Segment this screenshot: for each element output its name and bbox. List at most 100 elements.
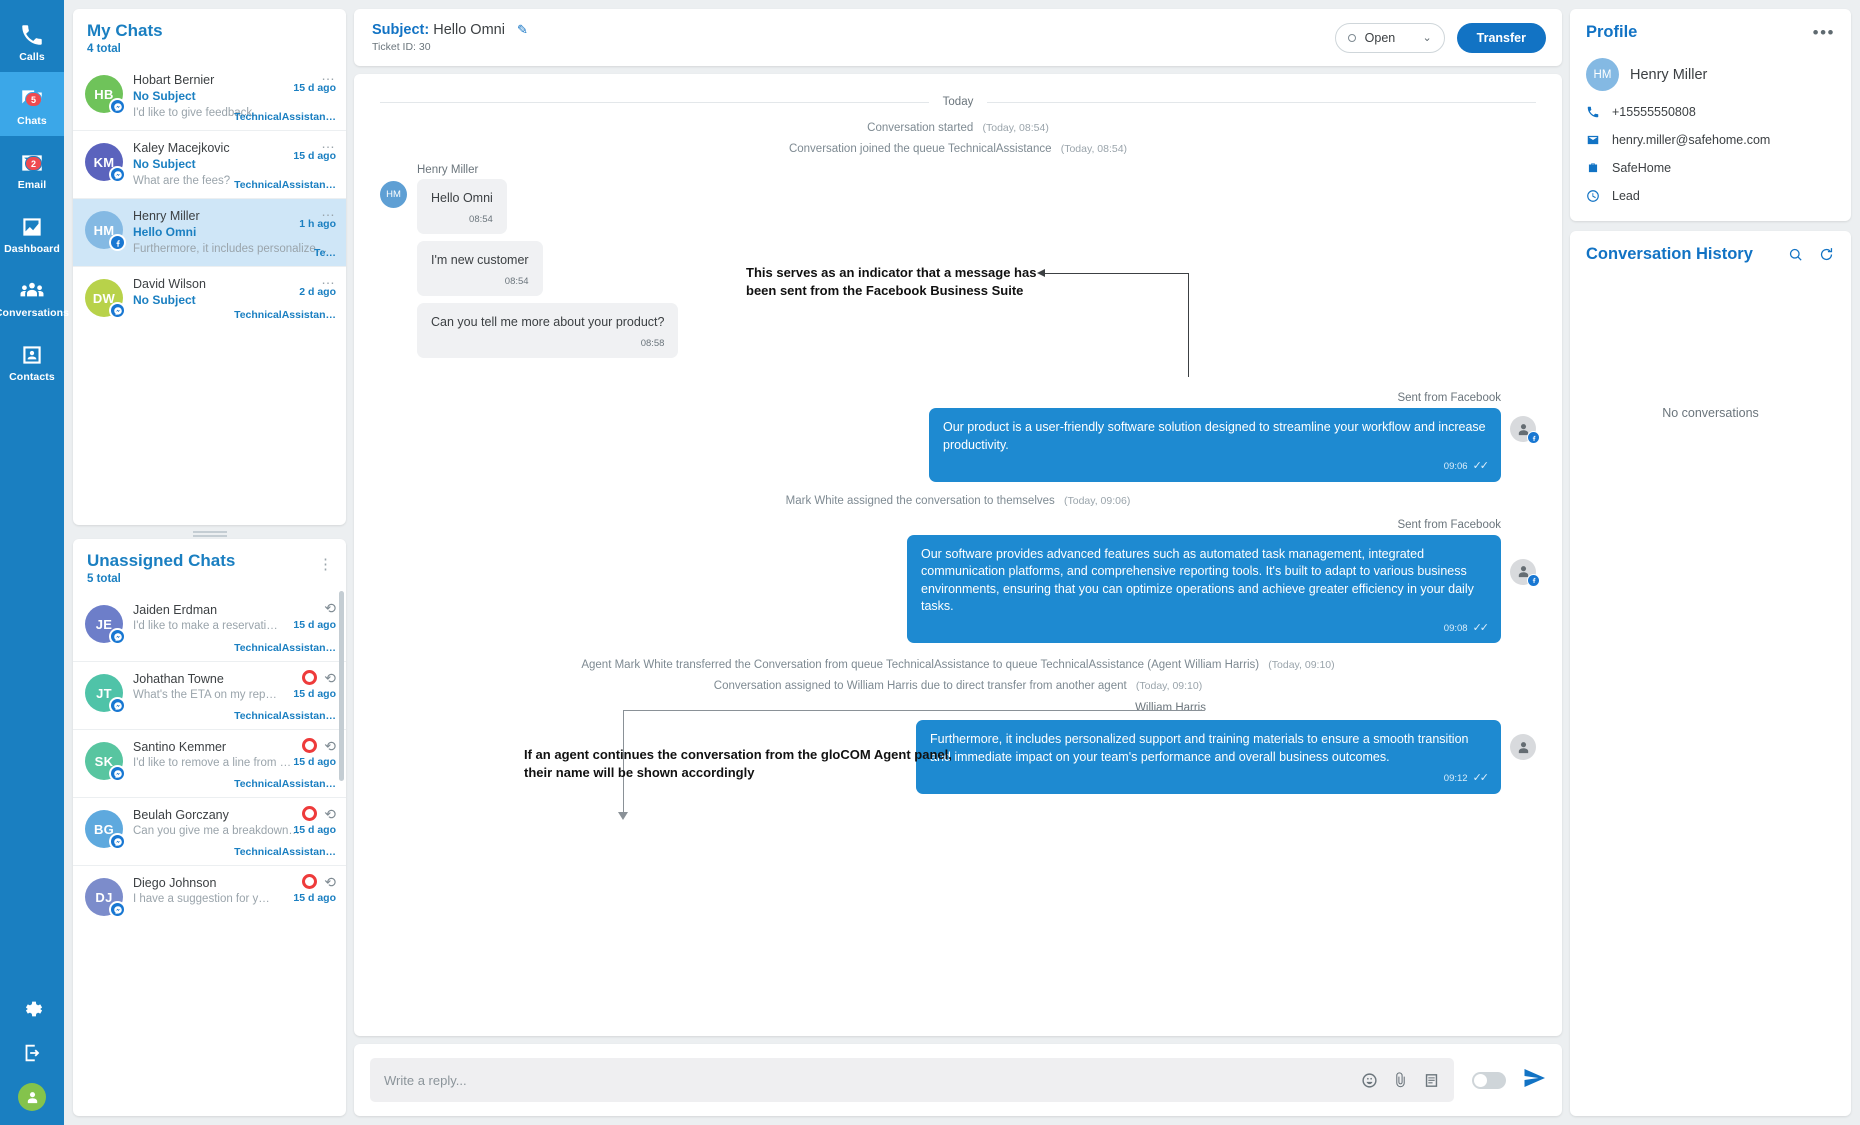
unassigned-list-item[interactable]: DJ Diego Johnson I have a suggestion for… (73, 865, 346, 933)
user-avatar-icon[interactable] (0, 1075, 64, 1119)
messenger-icon (109, 833, 126, 850)
system-message-time: (Today, 08:54) (982, 122, 1049, 134)
transfer-button[interactable]: Transfer (1456, 22, 1546, 53)
sidebar-item-label: Conversations (0, 306, 70, 319)
chat-item-meta: 15 d ago (293, 619, 336, 631)
messenger-icon (109, 697, 126, 714)
status-select[interactable]: Open ⌄ (1334, 22, 1445, 53)
dashboard-icon (19, 214, 45, 240)
panel-splitter[interactable] (73, 525, 346, 539)
read-receipt-icon: ✓✓ (1472, 460, 1490, 472)
unassigned-list-item[interactable]: BG Beulah Gorczany Can you give me a bre… (73, 797, 346, 865)
system-message-text: Conversation started (867, 122, 974, 134)
chat-list-item[interactable]: HB Hobart Bernier No Subject I'd like to… (73, 63, 346, 130)
more-icon[interactable]: … (321, 272, 336, 286)
message-thread[interactable]: Today Conversation started (Today, 08:54… (354, 74, 1562, 1036)
my-chats-panel: My Chats 4 total HB Hobart Bernier No Su… (73, 9, 346, 525)
record-icon[interactable] (302, 874, 318, 889)
gear-icon[interactable] (0, 987, 64, 1031)
conversation-column: Subject: Hello Omni ✎ Ticket ID: 30 Open… (354, 0, 1570, 1125)
history-icon[interactable]: ⟲ (324, 739, 336, 753)
message-time: 08:54 (469, 214, 493, 225)
sidebar-item-conversations[interactable]: Conversations (0, 264, 69, 328)
sidebar-item-contacts[interactable]: Contacts (0, 328, 64, 392)
chat-item-meta: 15 d ago (293, 824, 336, 836)
refresh-icon[interactable] (1818, 246, 1835, 263)
people-icon (19, 278, 45, 304)
more-icon[interactable]: … (321, 204, 336, 218)
message-time: 09:08 ✓✓ (921, 620, 1490, 638)
messenger-icon (109, 765, 126, 782)
unassigned-item-actions: ⟲ (302, 738, 336, 753)
history-icon[interactable]: ⟲ (324, 671, 336, 685)
history-icon[interactable]: ⟲ (324, 601, 336, 615)
system-message: Agent Mark White transferred the Convers… (380, 659, 1536, 671)
reply-input[interactable] (384, 1072, 1361, 1088)
send-button[interactable] (1522, 1066, 1546, 1095)
chat-list-item[interactable]: KM Kaley Macejkovic No Subject What are … (73, 130, 346, 198)
reply-box[interactable] (370, 1058, 1454, 1102)
unassigned-list-item[interactable]: JE Jaiden Erdman I'd like to make a rese… (73, 593, 346, 661)
message-bubble: I'm new customer 08:54 (417, 241, 543, 296)
sidebar-item-email[interactable]: 2 Email (0, 136, 64, 200)
chat-item-meta: … 15 d ago (293, 136, 336, 162)
chat-item-time: 15 d ago (293, 82, 336, 94)
private-note-toggle[interactable] (1472, 1071, 1506, 1089)
sidebar-item-calls[interactable]: Calls (0, 8, 64, 72)
sidebar-item-dashboard[interactable]: Dashboard (0, 200, 64, 264)
chat-item-meta: … 1 h ago (299, 204, 336, 230)
system-message-text: Mark White assigned the conversation to … (785, 494, 1055, 507)
chat-item-time: 15 d ago (293, 619, 336, 631)
message-time: 08:54 (504, 276, 529, 287)
unassigned-list-item[interactable]: SK Santino Kemmer I'd like to remove a l… (73, 729, 346, 797)
scrollbar-thumb[interactable] (339, 591, 344, 781)
message-text: Our software provides advanced features … (921, 546, 1474, 614)
history-icon[interactable]: ⟲ (324, 875, 336, 889)
search-icon[interactable] (1787, 246, 1804, 263)
sidebar-item-chats[interactable]: 5 Chats (0, 72, 64, 136)
message-bubble: Can you tell me more about your product?… (417, 303, 679, 358)
chat-item-name: Johathan Towne (133, 672, 224, 686)
my-chats-title: My Chats (87, 21, 163, 40)
chat-item-queue: TechnicalAssistan… (234, 846, 336, 858)
chat-item-time: 15 d ago (293, 150, 336, 162)
profile-title: Profile (1586, 23, 1638, 41)
chat-list-item[interactable]: DW David Wilson No Subject … 2 d ago Tec… (73, 266, 346, 328)
more-icon[interactable]: ••• (1813, 24, 1835, 41)
subject-line: Subject: Hello Omni ✎ (372, 22, 528, 38)
profile-field-phone: +15555550808 (1586, 105, 1835, 119)
chat-item-name: Jaiden Erdman (133, 603, 218, 617)
attachment-icon[interactable] (1392, 1071, 1409, 1089)
system-message: Conversation joined the queue TechnicalA… (380, 143, 1536, 155)
chat-item-queue: TechnicalAssistan… (234, 642, 336, 654)
status-value: Open (1364, 30, 1396, 45)
chat-item-name: Santino Kemmer (133, 740, 227, 754)
briefcase-icon (1588, 163, 1598, 173)
history-icon[interactable]: ⟲ (324, 807, 336, 821)
chat-item-time: 15 d ago (293, 688, 336, 700)
read-receipt-icon: ✓✓ (1472, 621, 1490, 634)
emoji-icon[interactable] (1361, 1072, 1378, 1089)
annotation-arrow (1037, 269, 1045, 277)
scrollbar[interactable] (339, 591, 344, 1110)
chat-list-item-selected[interactable]: HM Henry Miller Hello Omni Furthermore, … (73, 198, 346, 266)
record-icon[interactable] (302, 806, 318, 821)
record-icon[interactable] (302, 738, 318, 753)
chat-item-meta: … 2 d ago (299, 272, 336, 298)
conversation-header-actions: Open ⌄ Transfer (1334, 22, 1546, 53)
phone-icon (1587, 106, 1599, 118)
chat-item-meta: 15 d ago (293, 688, 336, 700)
profile-type-value: Lead (1612, 189, 1640, 203)
record-icon[interactable] (302, 670, 318, 685)
more-icon[interactable]: … (321, 136, 336, 150)
logout-icon[interactable] (0, 1031, 64, 1075)
canned-response-icon[interactable] (1423, 1072, 1440, 1089)
annotation-leader-line (1044, 273, 1189, 274)
system-message-text: Conversation assigned to William Harris … (713, 680, 1127, 692)
profile-field-type: Lead (1586, 189, 1835, 203)
pencil-icon[interactable]: ✎ (517, 22, 528, 37)
more-icon[interactable]: … (321, 68, 336, 82)
collapse-icon[interactable]: ⋮ (318, 555, 334, 573)
message-timestamp: 09:08 (1443, 622, 1468, 634)
unassigned-list-item[interactable]: JT Johathan Towne What's the ETA on my r… (73, 661, 346, 729)
